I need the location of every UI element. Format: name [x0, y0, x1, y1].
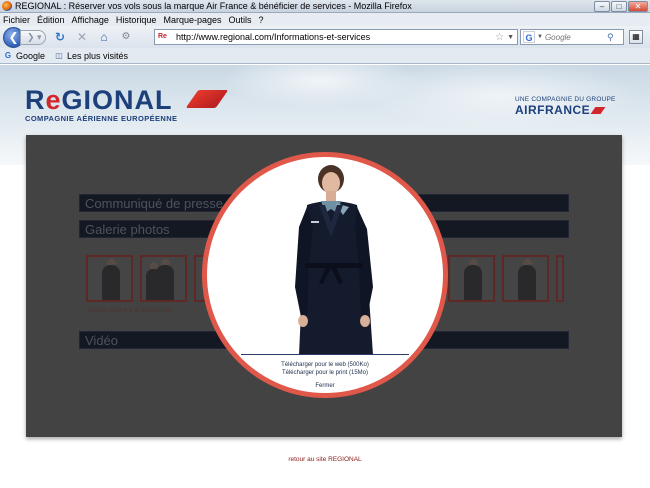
- bookmark-label: Les plus visités: [67, 50, 129, 61]
- bookmark-label: Google: [16, 50, 46, 61]
- menu-historique[interactable]: Historique: [116, 15, 157, 25]
- regional-tagline: COMPAGNIE AÉRIENNE EUROPÉENNE: [25, 114, 178, 123]
- menu-bar: Fichier Édition Affichage Historique Mar…: [0, 13, 650, 26]
- download-print-link[interactable]: Télécharger pour le print (15Mo): [207, 370, 443, 376]
- home-icon[interactable]: ⌂: [96, 29, 112, 45]
- navigation-toolbar: ❮ ❯ ▾ ↻ ✕ ⌂ ⚙ Re http://www.regional.com…: [0, 26, 650, 48]
- minimize-button[interactable]: –: [594, 0, 610, 12]
- star-icon[interactable]: ☆: [495, 32, 504, 43]
- menu-marque-pages[interactable]: Marque-pages: [163, 15, 221, 25]
- search-bar[interactable]: G ▼ ⚲: [520, 29, 624, 45]
- menu-edition[interactable]: Édition: [37, 15, 65, 25]
- search-engine-dropdown-icon[interactable]: ▼: [537, 34, 543, 40]
- download-web-link[interactable]: Télécharger pour le web (500Ko): [207, 362, 443, 368]
- search-input[interactable]: [544, 32, 607, 42]
- group-label: UNE COMPAGNIE DU GROUPE: [515, 96, 616, 103]
- forward-icon[interactable]: ❯ ▾: [20, 29, 46, 45]
- menu-fichier[interactable]: Fichier: [3, 15, 30, 25]
- back-to-site-link[interactable]: retour au site REGIONAL: [0, 456, 650, 463]
- regional-wordmark: ReGIONAL: [25, 85, 173, 115]
- page-icon: ◫: [55, 50, 63, 60]
- firefox-icon: [2, 1, 12, 11]
- search-icon[interactable]: ⚲: [607, 32, 614, 43]
- site-favicon: Re: [158, 33, 167, 40]
- url-text[interactable]: http://www.regional.com/Informations-et-…: [176, 32, 495, 42]
- photo-lightbox: Télécharger pour le web (500Ko) Téléchar…: [202, 152, 448, 398]
- regional-logo[interactable]: ReGIONAL COMPAGNIE AÉRIENNE EUROPÉENNE: [25, 85, 229, 123]
- maximize-button[interactable]: □: [611, 0, 627, 12]
- window-title: REGIONAL : Réserver vos vols sous la mar…: [15, 1, 412, 11]
- close-window-button[interactable]: ✕: [628, 0, 648, 12]
- menu-affichage[interactable]: Affichage: [72, 15, 109, 25]
- url-dropdown-icon[interactable]: ▼: [507, 34, 514, 41]
- menu-outils[interactable]: Outils: [229, 15, 252, 25]
- window-titlebar: REGIONAL : Réserver vos vols sous la mar…: [0, 0, 650, 13]
- web-page: ReGIONAL COMPAGNIE AÉRIENNE EUROPÉENNE U…: [0, 65, 650, 488]
- bookmark-most-visited[interactable]: ◫ Les plus visités: [54, 51, 128, 61]
- google-icon: G: [4, 50, 12, 60]
- uniform-photo: [241, 165, 409, 355]
- bookmarks-toolbar: G Google ◫ Les plus visités: [0, 48, 650, 64]
- bookmark-google[interactable]: G Google: [3, 51, 45, 61]
- url-bar[interactable]: Re http://www.regional.com/Informations-…: [154, 29, 518, 45]
- stop-icon[interactable]: ✕: [74, 29, 90, 45]
- airfrance-stripe: [590, 106, 606, 114]
- airfrance-wordmark: AIRFRANCE: [515, 103, 616, 117]
- extension-icon[interactable]: ⚙: [118, 29, 134, 45]
- window-controls: – □ ✕: [593, 0, 648, 12]
- close-lightbox-button[interactable]: Fermer: [207, 383, 443, 389]
- airfrance-logo[interactable]: UNE COMPAGNIE DU GROUPE AIRFRANCE: [515, 96, 616, 117]
- reload-icon[interactable]: ↻: [52, 29, 68, 45]
- menu-help[interactable]: ?: [259, 15, 264, 25]
- sidebar-icon[interactable]: ▦: [629, 30, 643, 44]
- search-engine-icon[interactable]: G: [523, 31, 535, 43]
